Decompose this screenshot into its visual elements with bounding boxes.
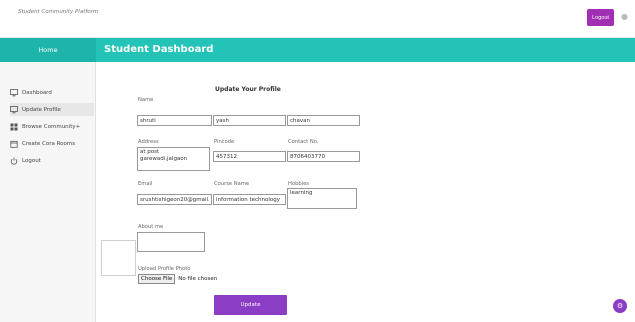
monitor-icon	[10, 88, 18, 97]
course-input[interactable]	[213, 194, 286, 205]
top-bar: Student Community Platform Logout ●	[0, 0, 635, 38]
sidebar-item-label: Logout	[22, 157, 41, 164]
email-label: Email	[138, 181, 153, 187]
last-name-input[interactable]	[287, 115, 360, 126]
settings-fab[interactable]: ⚙	[613, 299, 627, 313]
sidebar: Dashboard Update Profile Browse Communit…	[0, 62, 96, 322]
sidebar-item-label: Create Cora Rooms	[22, 140, 76, 147]
user-icon[interactable]: ●	[621, 12, 628, 21]
pincode-label: Pincode	[214, 139, 235, 145]
page-title: Student Dashboard	[104, 44, 214, 55]
calendar-icon	[10, 140, 18, 148]
grid-icon	[10, 123, 18, 131]
gear-icon: ⚙	[616, 302, 624, 310]
header-bar: Home Student Dashboard	[0, 38, 635, 62]
power-icon	[10, 157, 18, 165]
email-input[interactable]	[137, 194, 212, 205]
contact-label: Contact No.	[288, 139, 319, 145]
first-name-input[interactable]	[137, 115, 212, 126]
sidebar-item-label: Dashboard	[22, 89, 52, 96]
sidebar-item-browse-community[interactable]: Browse Community+	[10, 120, 80, 133]
sidebar-item-logout[interactable]: Logout	[10, 154, 41, 167]
sidebar-item-label: Browse Community+	[22, 123, 81, 130]
home-tab[interactable]: Home	[0, 38, 96, 62]
hobbies-input[interactable]: learning	[287, 188, 357, 209]
address-label: Address	[138, 139, 159, 145]
pincode-input[interactable]	[213, 151, 286, 162]
app-title: Student Community Platform	[18, 9, 99, 15]
main-content: Update Your Profile Name Address at post…	[96, 62, 635, 322]
hobbies-label: Hobbies	[288, 181, 309, 187]
choose-file-button[interactable]: Choose File	[138, 274, 176, 284]
sidebar-item-update-profile[interactable]: Update Profile	[10, 103, 94, 116]
sidebar-item-create-rooms[interactable]: Create Cora Rooms	[10, 137, 75, 150]
upload-label: Upload Profile Photo	[138, 266, 191, 272]
monitor-icon	[10, 105, 18, 114]
about-label: About me	[138, 224, 164, 230]
course-label: Course Name	[214, 181, 250, 187]
form-title: Update Your Profile	[215, 86, 281, 93]
middle-name-input[interactable]	[213, 115, 286, 126]
logout-button[interactable]: Logout	[587, 9, 614, 26]
contact-input[interactable]	[287, 151, 360, 162]
file-upload: Choose File No file chosen	[138, 274, 217, 284]
address-input[interactable]: at post garewadi,jalgaon	[137, 147, 210, 171]
sidebar-item-label: Update Profile	[22, 106, 61, 113]
name-label: Name	[138, 97, 154, 103]
profile-photo-preview	[101, 240, 136, 276]
about-input[interactable]	[137, 232, 205, 252]
sidebar-item-dashboard[interactable]: Dashboard	[10, 86, 52, 99]
update-button[interactable]: Update	[214, 295, 287, 315]
no-file-text: No file chosen	[178, 276, 218, 282]
